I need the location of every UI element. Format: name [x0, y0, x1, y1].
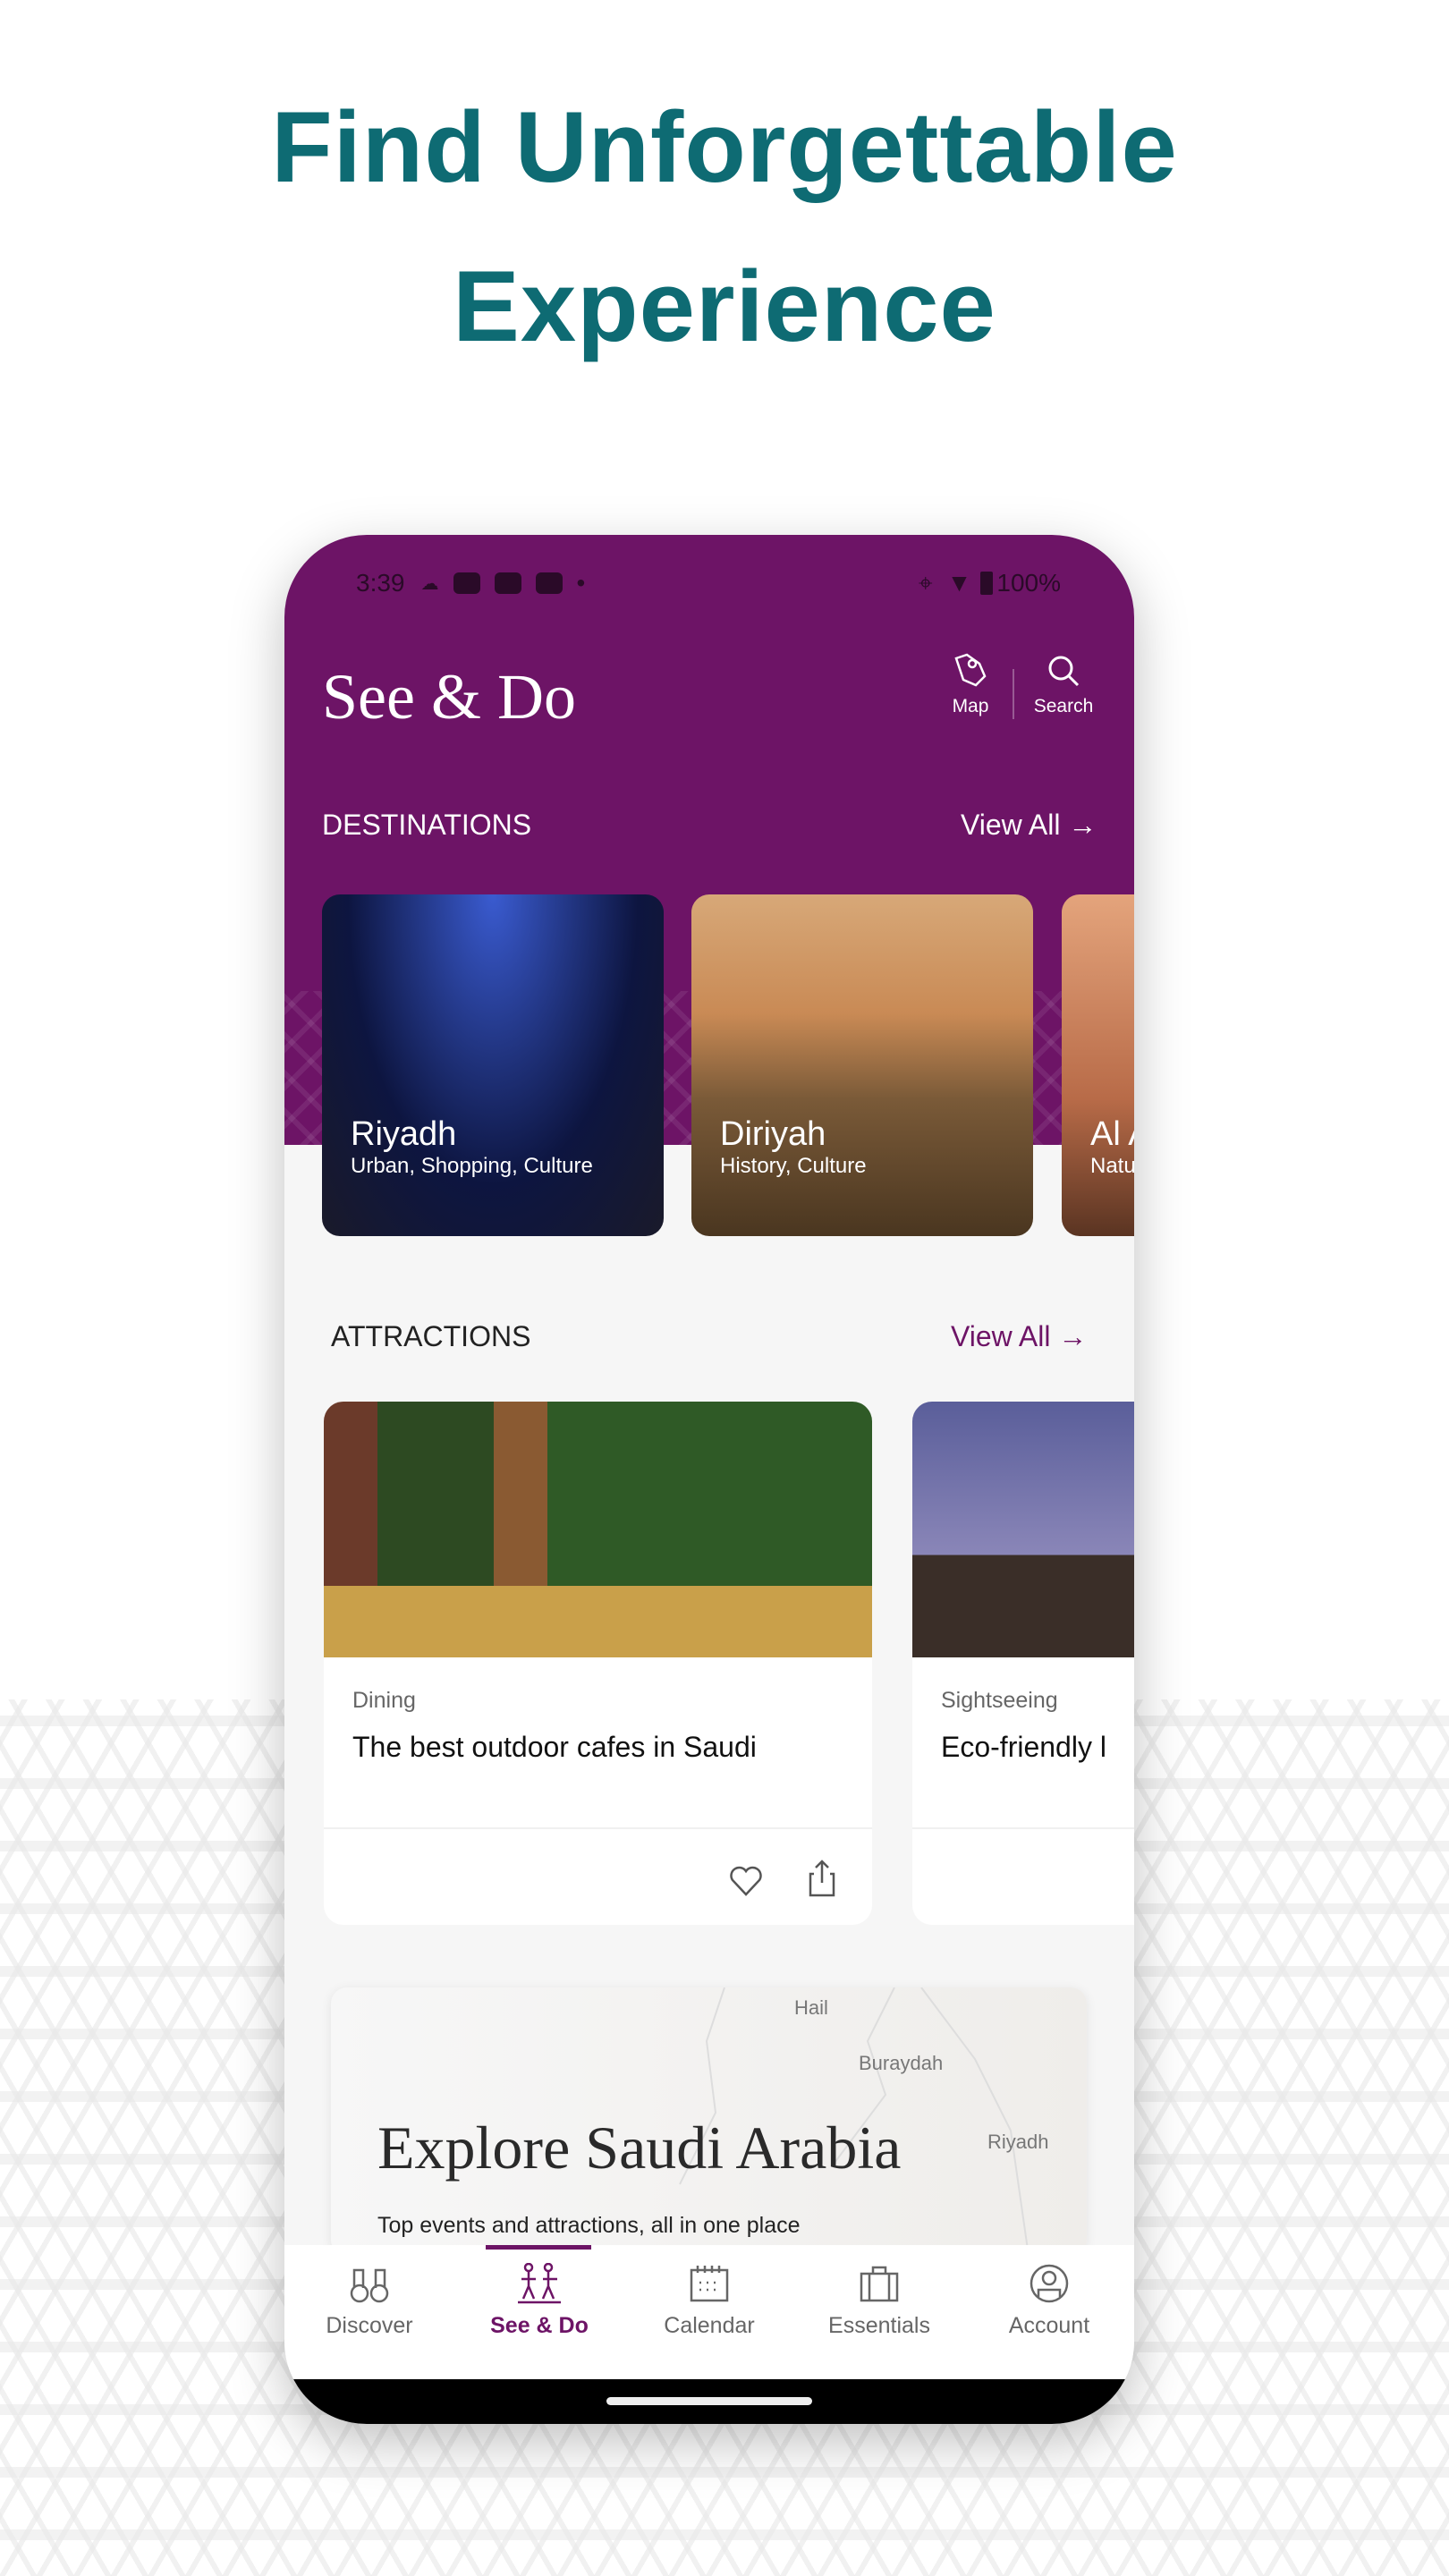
- active-indicator: [486, 2245, 591, 2250]
- divider: [1013, 669, 1014, 719]
- youtube-icon: [453, 572, 480, 594]
- headline-line-2: Experience: [453, 250, 996, 362]
- destinations-heading: DESTINATIONS: [322, 809, 532, 841]
- destination-card[interactable]: Diriyah History, Culture: [691, 894, 1033, 1236]
- briefcase-icon: [860, 2266, 899, 2302]
- map-card-title: Explore Saudi Arabia: [377, 2114, 902, 2182]
- nav-label: Account: [1008, 2313, 1090, 2338]
- bottom-nav: Discover See & Do Calendar Essentials Ac…: [284, 2245, 1134, 2379]
- city-label: Riyadh: [987, 2131, 1049, 2153]
- destinations-view-all[interactable]: View All →: [961, 809, 1097, 842]
- nav-label: Calendar: [664, 2313, 755, 2338]
- destination-name: Al A: [1090, 1115, 1134, 1153]
- phone-screen: 3:39 ☁ • ⌖ ▼ 100% See & Do Map Search DE…: [284, 535, 1134, 2424]
- calendar-icon: [690, 2266, 729, 2302]
- status-time: 3:39: [356, 569, 405, 597]
- attraction-category: Dining: [352, 1688, 416, 1713]
- search-label: Search: [1033, 696, 1094, 716]
- map-label: Map: [952, 696, 989, 716]
- binoculars-icon: [350, 2268, 389, 2303]
- people-walking-icon: [518, 2263, 561, 2304]
- headline-line-1: Find Unforgettable: [271, 91, 1178, 203]
- attractions-heading: ATTRACTIONS: [331, 1320, 531, 1352]
- city-label: Hail: [794, 1996, 828, 2019]
- share-icon[interactable]: [809, 1858, 835, 1897]
- cloud-icon: ☁: [420, 573, 439, 594]
- page-title: See & Do: [322, 661, 576, 733]
- divider: [912, 1827, 1134, 1829]
- arrow-right-icon: →: [1068, 809, 1097, 841]
- wifi-icon: ▼: [946, 569, 972, 597]
- map-button[interactable]: Map: [930, 651, 1011, 717]
- status-bar: 3:39 ☁ • ⌖ ▼ 100%: [356, 565, 1061, 601]
- heart-icon[interactable]: [728, 1865, 764, 1897]
- map-card-subtitle: Top events and attractions, all in one p…: [377, 2213, 801, 2238]
- destination-card[interactable]: Al A Natu: [1062, 894, 1134, 1236]
- nav-essentials[interactable]: Essentials: [808, 2245, 951, 2379]
- attraction-image: [912, 1402, 1134, 1657]
- map-icon: [954, 653, 987, 687]
- attraction-title: The best outdoor cafes in Saudi: [352, 1731, 757, 1763]
- youtube-icon: [535, 572, 563, 594]
- destination-name: Riyadh: [351, 1115, 457, 1153]
- attraction-title: Eco-friendly l: [941, 1731, 1106, 1763]
- attractions-view-all[interactable]: View All →: [951, 1320, 1087, 1353]
- attraction-category: Sightseeing: [941, 1688, 1058, 1713]
- attraction-card[interactable]: Sightseeing Eco-friendly l: [912, 1402, 1134, 1925]
- search-button[interactable]: Search: [1023, 651, 1104, 717]
- nav-see-and-do[interactable]: See & Do: [468, 2245, 611, 2379]
- view-all-label: View All: [961, 809, 1061, 841]
- view-all-label: View All: [951, 1320, 1051, 1352]
- nav-calendar[interactable]: Calendar: [638, 2245, 781, 2379]
- search-icon: [1048, 656, 1080, 687]
- home-indicator[interactable]: [606, 2397, 812, 2405]
- battery-level: 100%: [996, 569, 1061, 597]
- nav-label: Essentials: [828, 2313, 930, 2338]
- battery-icon: [980, 572, 994, 595]
- arrow-right-icon: →: [1058, 1320, 1088, 1352]
- attraction-image: [324, 1402, 872, 1657]
- dot-icon: •: [576, 569, 586, 597]
- nav-label: Discover: [326, 2313, 413, 2338]
- user-circle-icon: [1030, 2264, 1069, 2303]
- nav-discover[interactable]: Discover: [298, 2245, 441, 2379]
- destination-tags: Natu: [1090, 1154, 1134, 1178]
- divider: [324, 1827, 872, 1829]
- attraction-card[interactable]: Dining The best outdoor cafes in Saudi: [324, 1402, 872, 1925]
- destination-tags: Urban, Shopping, Culture: [351, 1154, 593, 1178]
- city-label: Buraydah: [859, 2052, 944, 2074]
- system-nav-bar: [284, 2379, 1134, 2424]
- destination-tags: History, Culture: [720, 1154, 867, 1178]
- destination-card[interactable]: Riyadh Urban, Shopping, Culture: [322, 894, 664, 1236]
- location-icon: ⌖: [918, 568, 933, 597]
- destination-name: Diriyah: [720, 1115, 826, 1153]
- nav-label: See & Do: [490, 2313, 589, 2338]
- youtube-icon: [494, 572, 521, 594]
- explore-map-card[interactable]: Hail Buraydah Riyadh Explore Saudi Arabi…: [331, 1987, 1087, 2256]
- nav-account[interactable]: Account: [978, 2245, 1121, 2379]
